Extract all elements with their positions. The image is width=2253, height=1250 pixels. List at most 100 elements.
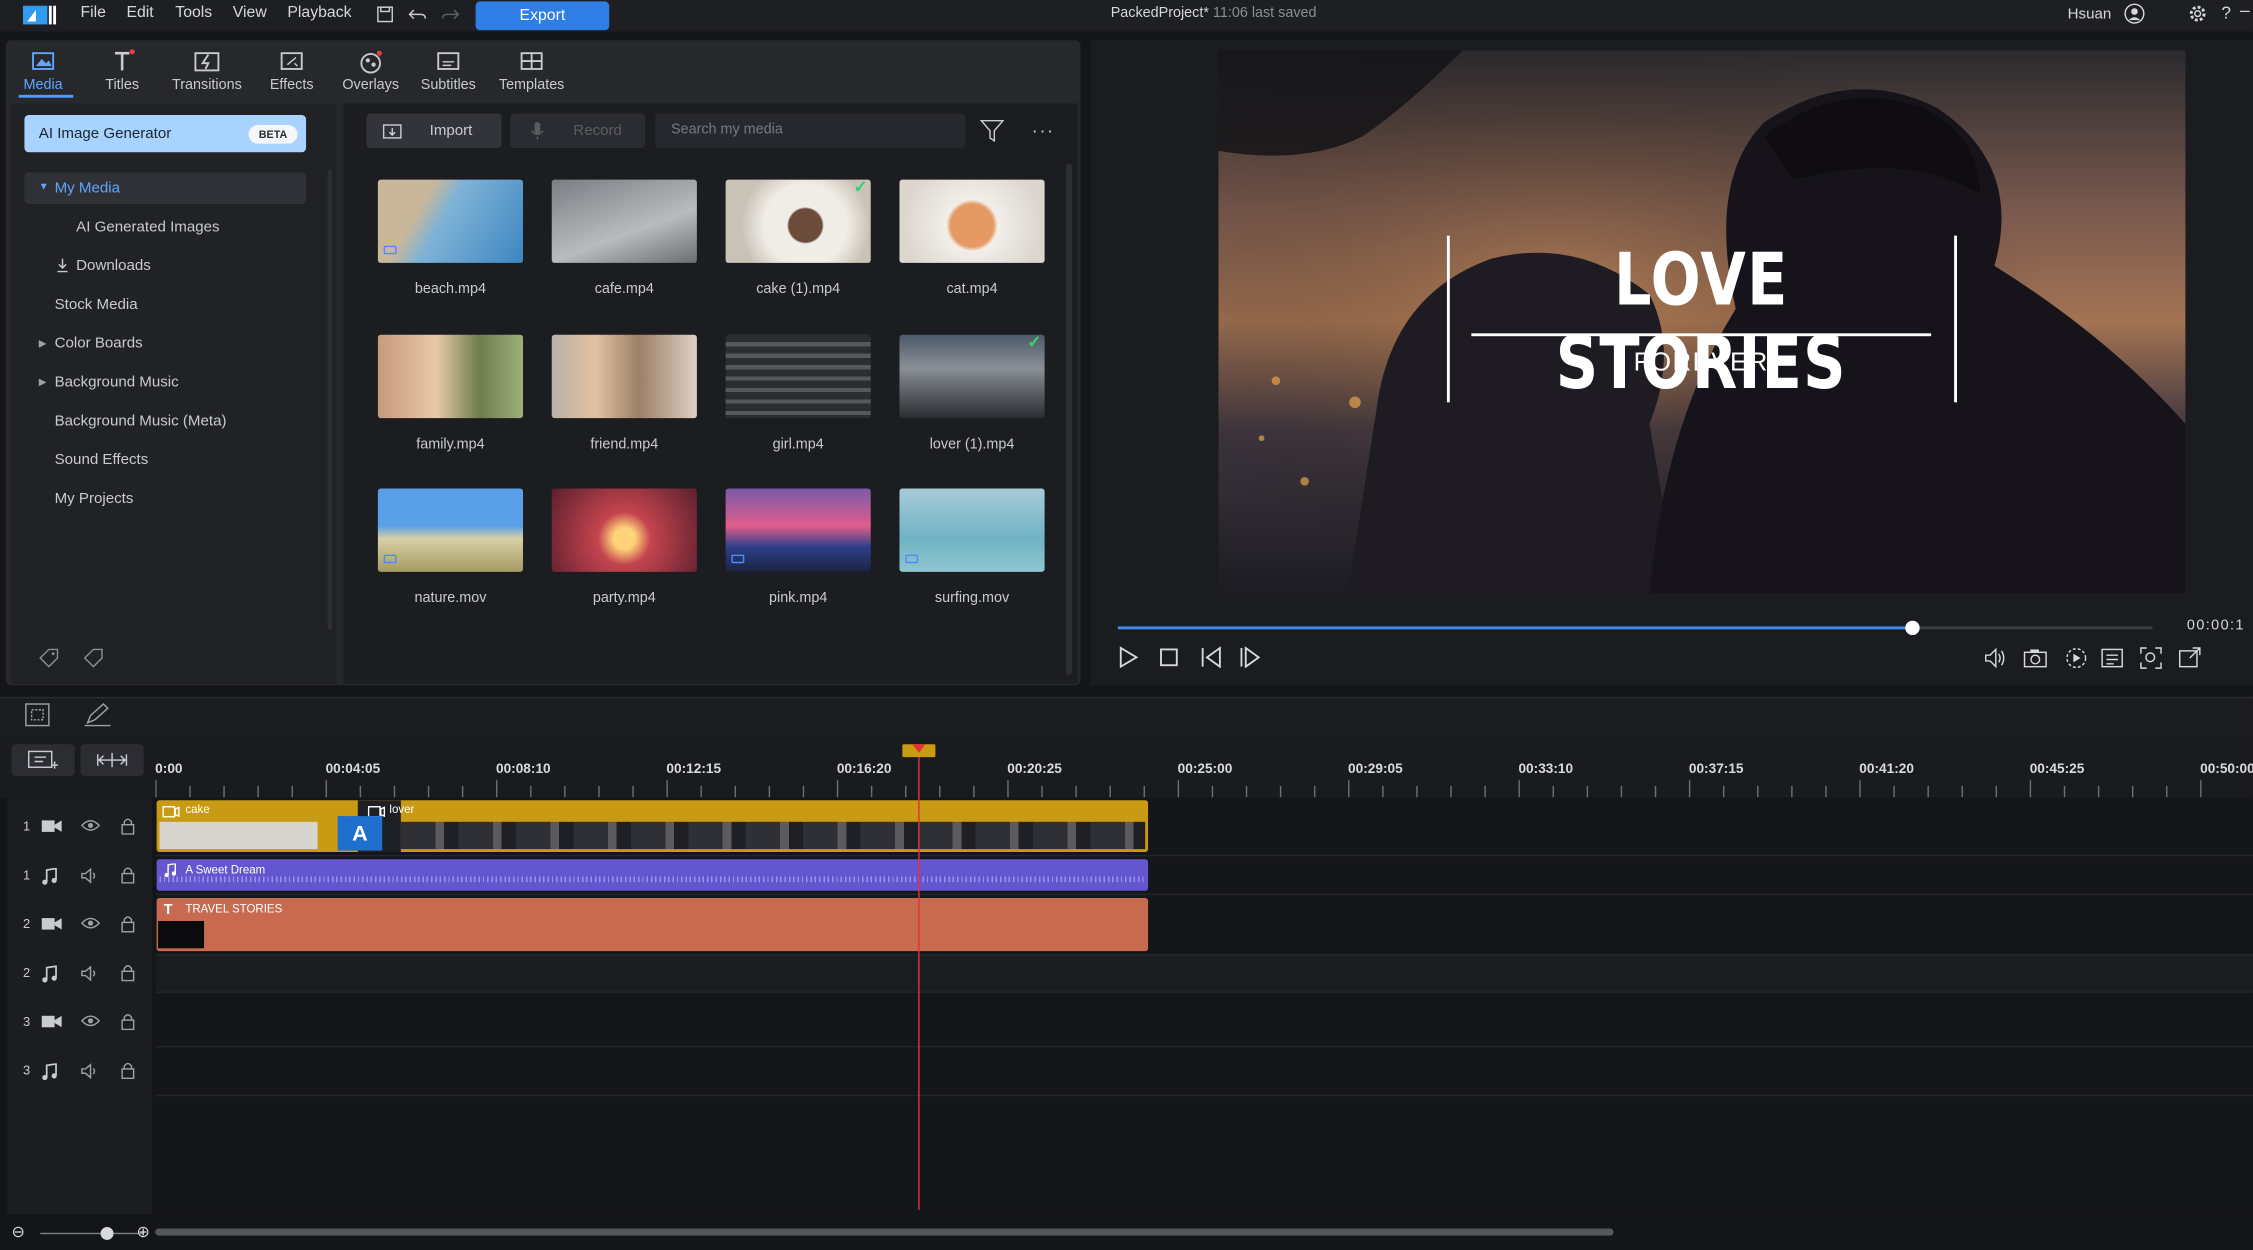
redo-icon[interactable] — [441, 6, 460, 23]
media-thumbnail[interactable] — [899, 488, 1045, 572]
zoom-out-icon[interactable]: ⊖ — [11, 1225, 24, 1242]
media-thumbnail-label: beach.mp4 — [414, 281, 486, 298]
media-thumbnail[interactable] — [725, 179, 871, 263]
mute-toggle-icon[interactable] — [80, 867, 99, 884]
sidebar-item-downloads[interactable]: Downloads — [76, 251, 151, 280]
empty-track-row — [155, 955, 2253, 992]
visibility-toggle-icon[interactable] — [80, 917, 101, 930]
search-input[interactable]: Search my media — [655, 113, 966, 148]
playhead-line[interactable] — [918, 749, 920, 1210]
menu-tools[interactable]: Tools — [175, 4, 212, 21]
account-icon[interactable] — [2124, 3, 2146, 25]
track-lock-icon[interactable] — [121, 818, 135, 835]
stop-icon[interactable] — [1160, 648, 1179, 667]
sidebar-scrollbar[interactable] — [327, 169, 332, 630]
preview-quality-icon[interactable] — [2101, 648, 2124, 668]
tab-effects[interactable]: Effects — [251, 49, 331, 106]
track-manager-icon[interactable] — [24, 703, 50, 727]
sidebar-item-my-projects[interactable]: My Projects — [55, 484, 134, 513]
sidebar-item-background-music-meta[interactable]: Background Music (Meta) — [55, 407, 227, 436]
browser-scrollbar[interactable] — [1066, 163, 1072, 676]
sidebar-item-background-music[interactable]: Background Music — [55, 368, 179, 397]
visibility-toggle-icon[interactable] — [80, 819, 101, 832]
timeline-ruler[interactable] — [155, 780, 2253, 798]
track-lock-icon[interactable] — [121, 964, 135, 982]
menu-playback[interactable]: Playback — [287, 4, 351, 21]
track-lock-icon[interactable] — [121, 915, 135, 933]
export-button[interactable]: Export — [475, 1, 610, 31]
minimize-icon[interactable]: – — [2240, 0, 2250, 20]
collapse-caret-icon[interactable]: ▶ — [39, 338, 47, 349]
tab-subtitles[interactable]: Subtitles — [408, 49, 488, 106]
undo-icon[interactable] — [408, 6, 427, 23]
sidebar-item-color-boards[interactable]: Color Boards — [55, 329, 143, 358]
zoom-slider[interactable] — [40, 1232, 144, 1235]
media-thumbnail[interactable] — [551, 179, 697, 263]
edit-pen-icon[interactable] — [83, 703, 112, 727]
tab-subtitles-label: Subtitles — [420, 77, 476, 94]
templates-icon — [517, 49, 546, 75]
settings-icon[interactable] — [2187, 3, 2209, 25]
add-track-button[interactable] — [11, 744, 75, 776]
save-icon[interactable] — [376, 6, 393, 23]
tab-transitions[interactable]: Transitions — [167, 49, 247, 106]
volume-icon[interactable] — [1984, 647, 2007, 669]
track-lock-icon[interactable] — [121, 1062, 135, 1080]
fit-timeline-button[interactable] — [80, 744, 144, 776]
mute-toggle-icon[interactable] — [80, 1063, 99, 1080]
collapse-caret-icon[interactable]: ▶ — [39, 376, 47, 388]
preview-timecode: 00:00:1 — [2186, 617, 2245, 634]
playhead-handle[interactable] — [901, 743, 937, 759]
visibility-toggle-icon[interactable] — [80, 1014, 101, 1027]
render-preview-icon[interactable] — [2065, 647, 2088, 670]
timeline-scrollbar[interactable] — [155, 1228, 1614, 1236]
expand-caret-icon[interactable]: ▼ — [39, 182, 49, 192]
filter-icon[interactable] — [979, 119, 1005, 143]
tab-templates[interactable]: Templates — [491, 49, 571, 106]
media-thumbnail[interactable] — [551, 488, 697, 572]
title-clip-track-2[interactable] — [156, 897, 1149, 952]
zoom-in-icon[interactable]: ⊕ — [137, 1225, 150, 1242]
snapshot-icon[interactable] — [2023, 648, 2047, 668]
tab-overlays[interactable]: Overlays — [330, 49, 410, 106]
media-thumbnail-label: lover (1).mp4 — [929, 436, 1015, 453]
zoom-preview-icon[interactable] — [2139, 647, 2162, 670]
track-divider — [155, 1094, 2253, 1097]
media-thumbnail[interactable] — [725, 488, 871, 572]
transition-marker[interactable]: A — [337, 816, 383, 851]
video-clip-track-1[interactable] — [156, 800, 1149, 853]
scrubber-handle[interactable] — [1905, 620, 1920, 636]
add-tag-icon[interactable] — [37, 647, 61, 669]
audio-clip-track-1[interactable] — [156, 859, 1149, 891]
media-thumbnail[interactable] — [899, 179, 1045, 263]
track-lock-icon[interactable] — [121, 1013, 135, 1031]
track-number: 1 — [22, 867, 31, 883]
media-thumbnail[interactable] — [725, 334, 871, 419]
sidebar-item-ai-generated-images[interactable]: AI Generated Images — [76, 213, 219, 242]
track-lock-icon[interactable] — [121, 866, 135, 884]
menu-file[interactable]: File — [80, 4, 105, 21]
media-thumbnail-label: surfing.mov — [934, 590, 1010, 607]
mute-toggle-icon[interactable] — [80, 965, 99, 982]
media-thumbnail-label: girl.mp4 — [772, 436, 824, 453]
media-thumbnail[interactable] — [377, 488, 524, 572]
media-thumbnail[interactable] — [551, 334, 697, 419]
sidebar-item-stock-media[interactable]: Stock Media — [55, 290, 138, 319]
sidebar-item-sound-effects[interactable]: Sound Effects — [55, 445, 149, 474]
menu-view[interactable]: View — [233, 4, 267, 21]
zoom-slider-handle[interactable] — [100, 1227, 114, 1240]
user-name[interactable]: Hsuan — [2068, 6, 2112, 23]
play-icon[interactable] — [1118, 646, 1138, 669]
remove-tag-icon[interactable] — [82, 647, 106, 669]
more-options-icon[interactable]: ··· — [1032, 119, 1055, 141]
undock-preview-icon[interactable] — [2178, 647, 2201, 669]
media-thumbnail[interactable] — [899, 334, 1045, 419]
media-thumbnail[interactable] — [377, 334, 524, 419]
previous-frame-icon[interactable] — [1200, 646, 1223, 669]
video-track-icon — [41, 917, 62, 931]
help-icon[interactable]: ? — [2221, 3, 2231, 23]
media-thumbnail[interactable] — [377, 179, 524, 263]
menu-edit[interactable]: Edit — [126, 4, 153, 21]
tab-titles[interactable]: Titles — [82, 49, 162, 106]
next-frame-icon[interactable] — [1239, 646, 1262, 669]
